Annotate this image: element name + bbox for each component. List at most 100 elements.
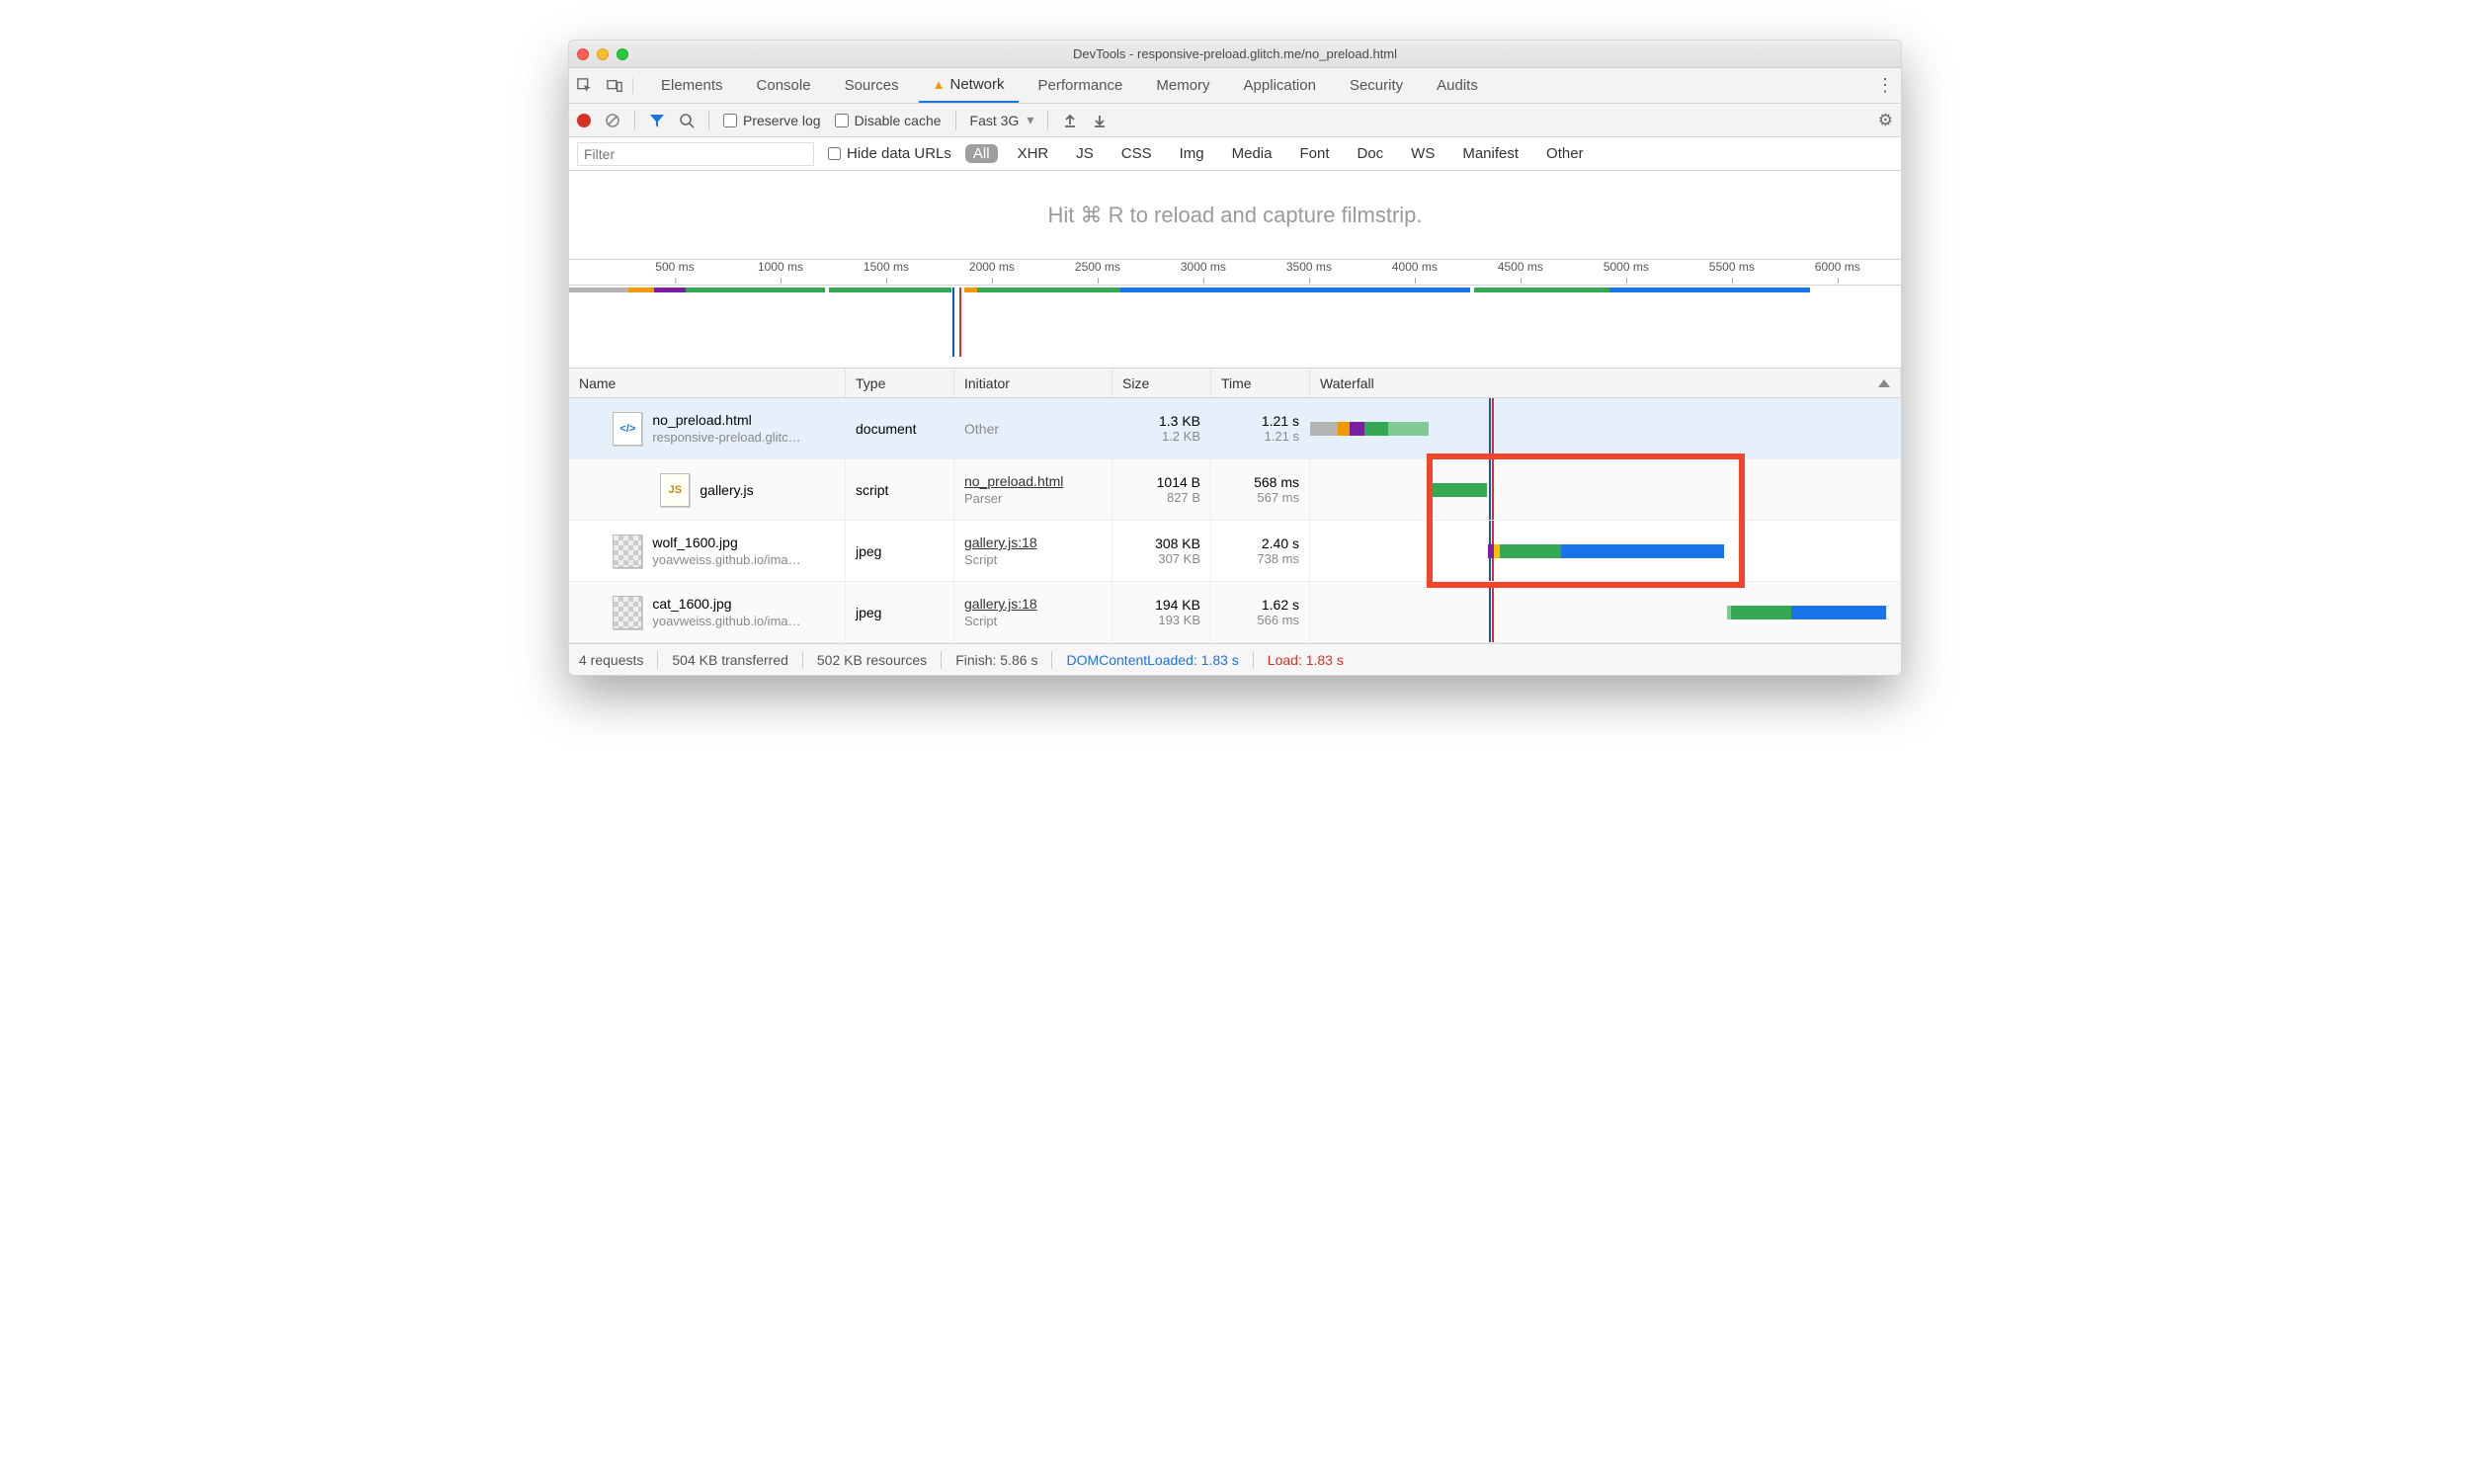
dcl-marker	[1489, 459, 1491, 520]
dcl-marker	[1489, 398, 1491, 458]
ruler-tick: 4000 ms	[1392, 260, 1438, 274]
waterfall-segment	[1364, 422, 1388, 436]
hide-data-urls-label: Hide data URLs	[847, 145, 951, 162]
more-options-icon[interactable]: ⋮	[1877, 78, 1893, 94]
table-row[interactable]: JSgallery.jsscriptno_preload.htmlParser1…	[569, 459, 1901, 521]
request-latency: 738 ms	[1257, 551, 1299, 566]
throttle-value: Fast 3G	[970, 113, 1020, 128]
request-latency: 1.21 s	[1265, 429, 1299, 444]
filter-type-manifest[interactable]: Manifest	[1454, 144, 1526, 163]
col-type[interactable]: Type	[846, 369, 954, 397]
image-file-icon	[613, 535, 642, 568]
filter-type-all[interactable]: All	[965, 144, 998, 163]
waterfall-bar[interactable]	[1310, 422, 1429, 436]
ruler-tick: 3500 ms	[1286, 260, 1332, 274]
request-type: script	[846, 459, 954, 520]
request-initiator[interactable]: gallery.js:18	[964, 596, 1102, 612]
ruler-tick: 5000 ms	[1604, 260, 1649, 274]
warning-icon: ▲	[933, 77, 946, 92]
download-icon[interactable]	[1092, 113, 1108, 128]
overview-segment	[1609, 288, 1810, 292]
tab-security[interactable]: Security	[1336, 68, 1417, 103]
filter-type-css[interactable]: CSS	[1113, 144, 1160, 163]
search-icon[interactable]	[679, 113, 695, 128]
tab-audits[interactable]: Audits	[1423, 68, 1492, 103]
overview-segment	[829, 288, 951, 292]
request-size-decoded: 1.2 KB	[1162, 429, 1200, 444]
preserve-log-checkbox[interactable]: Preserve log	[723, 113, 821, 128]
initiator-type: Parser	[964, 491, 1102, 506]
tab-application[interactable]: Application	[1230, 68, 1330, 103]
filter-type-font[interactable]: Font	[1291, 144, 1337, 163]
load-marker	[1492, 398, 1494, 458]
waterfall-bar[interactable]	[1727, 606, 1886, 619]
filter-type-js[interactable]: JS	[1068, 144, 1102, 163]
overview-segment	[654, 288, 686, 292]
dcl-marker	[1489, 582, 1491, 642]
table-row[interactable]: cat_1600.jpgyoavweiss.github.io/ima…jpeg…	[569, 582, 1901, 643]
filter-icon[interactable]	[649, 113, 665, 128]
tab-console[interactable]: Console	[743, 68, 825, 103]
status-domcontentloaded: DOMContentLoaded: 1.83 s	[1066, 652, 1238, 668]
request-name: gallery.js	[700, 482, 753, 498]
waterfall-bar[interactable]	[1488, 544, 1724, 558]
filmstrip-message: Hit ⌘ R to reload and capture filmstrip.	[569, 171, 1901, 260]
col-size[interactable]: Size	[1112, 369, 1211, 397]
request-name: no_preload.html	[652, 412, 800, 428]
settings-icon[interactable]: ⚙	[1878, 111, 1893, 130]
timeline-overview[interactable]: 500 ms1000 ms1500 ms2000 ms2500 ms3000 m…	[569, 260, 1901, 369]
filter-type-other[interactable]: Other	[1538, 144, 1592, 163]
overview-segment	[977, 288, 1120, 292]
waterfall-segment	[1561, 544, 1724, 558]
status-requests: 4 requests	[579, 652, 643, 668]
filter-type-doc[interactable]: Doc	[1349, 144, 1391, 163]
tab-network[interactable]: ▲Network	[919, 68, 1019, 103]
filter-type-ws[interactable]: WS	[1403, 144, 1442, 163]
throttle-select[interactable]: Fast 3G ▾	[970, 112, 1034, 128]
status-finish: Finish: 5.86 s	[955, 652, 1037, 668]
table-row[interactable]: </>no_preload.htmlresponsive-preload.gli…	[569, 398, 1901, 459]
request-type: jpeg	[846, 582, 954, 642]
request-latency: 567 ms	[1257, 490, 1299, 505]
filter-type-xhr[interactable]: XHR	[1010, 144, 1057, 163]
filter-type-media[interactable]: Media	[1224, 144, 1280, 163]
device-toolbar-icon[interactable]	[607, 78, 622, 94]
filter-type-img[interactable]: Img	[1172, 144, 1212, 163]
request-host: yoavweiss.github.io/ima…	[652, 552, 800, 567]
waterfall-bar[interactable]	[1431, 483, 1487, 497]
status-transferred: 504 KB transferred	[672, 652, 788, 668]
tab-performance[interactable]: Performance	[1025, 68, 1137, 103]
request-initiator[interactable]: no_preload.html	[964, 473, 1102, 489]
overview-segment	[1474, 288, 1609, 292]
col-name[interactable]: Name	[569, 369, 846, 397]
waterfall-segment	[1791, 606, 1887, 619]
col-waterfall[interactable]: Waterfall	[1310, 369, 1901, 397]
request-type: document	[846, 398, 954, 458]
col-initiator[interactable]: Initiator	[954, 369, 1112, 397]
request-initiator: Other	[964, 421, 1102, 437]
waterfall-segment	[1731, 606, 1791, 619]
overview-segment	[628, 288, 654, 292]
disable-cache-checkbox[interactable]: Disable cache	[835, 113, 942, 128]
tab-sources[interactable]: Sources	[831, 68, 913, 103]
request-initiator[interactable]: gallery.js:18	[964, 535, 1102, 550]
initiator-type: Script	[964, 614, 1102, 628]
tab-memory[interactable]: Memory	[1142, 68, 1223, 103]
filter-input[interactable]	[577, 142, 814, 166]
devtools-tabs: ElementsConsoleSources▲NetworkPerformanc…	[569, 68, 1901, 104]
request-size: 1.3 KB	[1159, 413, 1200, 429]
record-button[interactable]	[577, 114, 591, 127]
inspect-element-icon[interactable]	[577, 78, 593, 94]
disable-cache-label: Disable cache	[855, 113, 942, 128]
request-size: 308 KB	[1155, 536, 1200, 551]
clear-icon[interactable]	[605, 113, 620, 128]
hide-data-urls-checkbox[interactable]: Hide data URLs	[828, 145, 951, 162]
ruler-tick: 3000 ms	[1181, 260, 1226, 274]
col-time[interactable]: Time	[1211, 369, 1310, 397]
request-time: 2.40 s	[1262, 536, 1299, 551]
table-row[interactable]: wolf_1600.jpgyoavweiss.github.io/ima…jpe…	[569, 521, 1901, 582]
preserve-log-label: Preserve log	[743, 113, 821, 128]
tab-elements[interactable]: Elements	[647, 68, 737, 103]
request-size-decoded: 827 B	[1167, 490, 1200, 505]
upload-icon[interactable]	[1062, 113, 1078, 128]
